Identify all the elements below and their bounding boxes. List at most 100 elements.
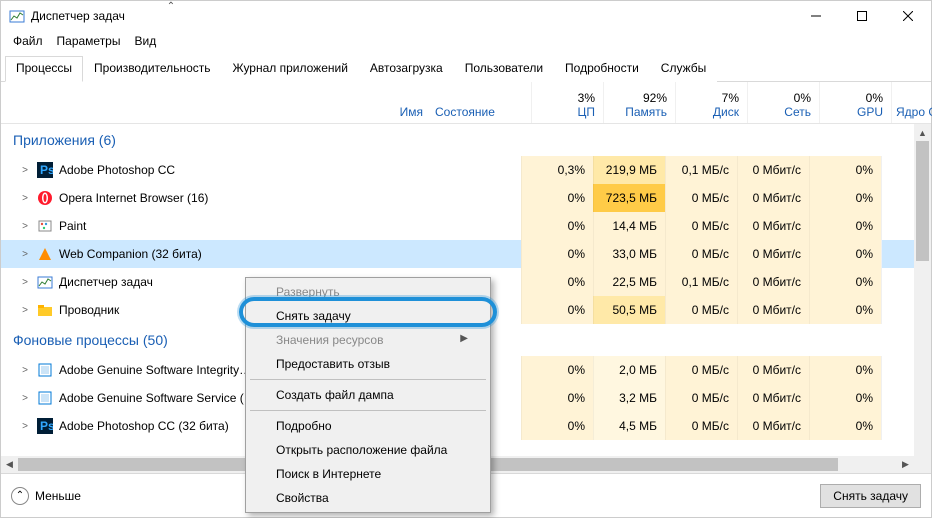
process-row[interactable]: > Web Companion (32 бита) 0% 33,0 МБ 0 М… xyxy=(1,240,931,268)
process-name: Adobe Genuine Software Integrity… xyxy=(59,363,251,377)
process-name: Adobe Genuine Software Service (… xyxy=(59,391,256,405)
tab-services[interactable]: Службы xyxy=(650,56,717,82)
network-value: 0 Мбит/с xyxy=(737,156,809,184)
gpu-value: 0% xyxy=(809,412,881,440)
gpu-value: 0% xyxy=(809,184,881,212)
scroll-thumb-v[interactable] xyxy=(916,141,929,261)
memory-value: 2,0 МБ xyxy=(593,356,665,384)
cpu-value: 0% xyxy=(521,296,593,324)
context-menu-item[interactable]: Подробно xyxy=(248,414,488,438)
context-menu-item: Развернуть xyxy=(248,280,488,304)
menu-file[interactable]: Файл xyxy=(7,32,49,50)
expand-toggle[interactable]: > xyxy=(19,193,31,204)
cpu-value: 0% xyxy=(521,212,593,240)
gpu-value: 0% xyxy=(809,156,881,184)
process-icon xyxy=(37,246,53,262)
minimize-button[interactable] xyxy=(793,1,839,31)
process-icon xyxy=(37,390,53,406)
context-menu-item[interactable]: Свойства xyxy=(248,486,488,510)
scroll-up-arrow[interactable]: ▲ xyxy=(914,124,931,141)
window-title: Диспетчер задач xyxy=(31,9,125,23)
menu-options[interactable]: Параметры xyxy=(51,32,127,50)
header-gpu[interactable]: 0%GPU xyxy=(819,82,891,123)
gpu-value: 0% xyxy=(809,268,881,296)
process-icon: Ps xyxy=(37,162,53,178)
process-row[interactable]: > Paint 0% 14,4 МБ 0 МБ/с 0 Мбит/с 0% xyxy=(1,212,931,240)
context-menu-item[interactable]: Снять задачу xyxy=(248,304,488,328)
menu-view[interactable]: Вид xyxy=(128,32,162,50)
network-value: 0 Мбит/с xyxy=(737,296,809,324)
header-gpu-core[interactable]: Ядро GPU xyxy=(891,82,932,123)
maximize-button[interactable] xyxy=(839,1,885,31)
tab-app-history[interactable]: Журнал приложений xyxy=(222,56,359,82)
process-state xyxy=(423,156,521,184)
process-name: Paint xyxy=(59,219,86,233)
header-name[interactable]: Имя ⌃ xyxy=(1,82,431,123)
process-row[interactable]: > Opera Internet Browser (16) 0% 723,5 М… xyxy=(1,184,931,212)
header-cpu[interactable]: 3%ЦП xyxy=(531,82,603,123)
context-menu-item[interactable]: Создать файл дампа xyxy=(248,383,488,407)
fewer-details-label: Меньше xyxy=(35,489,81,503)
svg-text:Ps: Ps xyxy=(40,419,53,433)
context-menu-item[interactable]: Предоставить отзыв xyxy=(248,352,488,376)
process-name: Проводник xyxy=(59,303,119,317)
process-icon xyxy=(37,362,53,378)
end-task-button[interactable]: Снять задачу xyxy=(820,484,921,508)
gpu-value: 0% xyxy=(809,212,881,240)
scroll-right-arrow[interactable]: ▶ xyxy=(897,456,914,473)
process-name: Adobe Photoshop CC xyxy=(59,163,175,177)
vertical-scrollbar[interactable]: ▲ ▼ xyxy=(914,124,931,516)
process-state xyxy=(423,240,521,268)
header-network[interactable]: 0%Сеть xyxy=(747,82,819,123)
memory-value: 219,9 МБ xyxy=(593,156,665,184)
app-icon xyxy=(9,8,25,24)
expand-toggle[interactable]: > xyxy=(19,221,31,232)
disk-value: 0 МБ/с xyxy=(665,296,737,324)
context-menu-item: Значения ресурсов▶ xyxy=(248,328,488,352)
gpu-value: 0% xyxy=(809,356,881,384)
process-state xyxy=(423,212,521,240)
process-icon xyxy=(37,274,53,290)
close-button[interactable] xyxy=(885,1,931,31)
memory-value: 4,5 МБ xyxy=(593,412,665,440)
cpu-value: 0% xyxy=(521,184,593,212)
tab-startup[interactable]: Автозагрузка xyxy=(359,56,454,82)
gpu-value: 0% xyxy=(809,296,881,324)
disk-value: 0 МБ/с xyxy=(665,212,737,240)
tab-users[interactable]: Пользователи xyxy=(454,56,554,82)
fewer-details-button[interactable]: ⌃ Меньше xyxy=(11,487,81,505)
context-menu-item[interactable]: Открыть расположение файла xyxy=(248,438,488,462)
tab-performance[interactable]: Производительность xyxy=(83,56,221,82)
network-value: 0 Мбит/с xyxy=(737,412,809,440)
header-disk[interactable]: 7%Диск xyxy=(675,82,747,123)
network-value: 0 Мбит/с xyxy=(737,356,809,384)
expand-toggle[interactable]: > xyxy=(19,277,31,288)
cpu-value: 0% xyxy=(521,384,593,412)
expand-toggle[interactable]: > xyxy=(19,393,31,404)
network-value: 0 Мбит/с xyxy=(737,184,809,212)
process-state xyxy=(423,184,521,212)
expand-toggle[interactable]: > xyxy=(19,165,31,176)
context-menu: РазвернутьСнять задачуЗначения ресурсов▶… xyxy=(245,277,491,513)
process-row[interactable]: > Ps Adobe Photoshop CC 0,3% 219,9 МБ 0,… xyxy=(1,156,931,184)
process-name: Opera Internet Browser (16) xyxy=(59,191,208,205)
tab-details[interactable]: Подробности xyxy=(554,56,650,82)
process-name: Adobe Photoshop CC (32 бита) xyxy=(59,419,229,433)
disk-value: 0 МБ/с xyxy=(665,356,737,384)
cpu-value: 0% xyxy=(521,356,593,384)
gpu-value: 0% xyxy=(809,384,881,412)
header-state[interactable]: Состояние xyxy=(431,82,531,123)
process-icon xyxy=(37,302,53,318)
column-headers: Имя ⌃ Состояние 3%ЦП 92%Память 7%Диск 0%… xyxy=(1,82,931,124)
disk-value: 0,1 МБ/с xyxy=(665,268,737,296)
context-menu-item[interactable]: Поиск в Интернете xyxy=(248,462,488,486)
memory-value: 3,2 МБ xyxy=(593,384,665,412)
process-icon xyxy=(37,218,53,234)
header-memory[interactable]: 92%Память xyxy=(603,82,675,123)
expand-toggle[interactable]: > xyxy=(19,365,31,376)
expand-toggle[interactable]: > xyxy=(19,305,31,316)
scroll-left-arrow[interactable]: ◀ xyxy=(1,456,18,473)
expand-toggle[interactable]: > xyxy=(19,249,31,260)
tab-processes[interactable]: Процессы xyxy=(5,56,83,82)
expand-toggle[interactable]: > xyxy=(19,421,31,432)
